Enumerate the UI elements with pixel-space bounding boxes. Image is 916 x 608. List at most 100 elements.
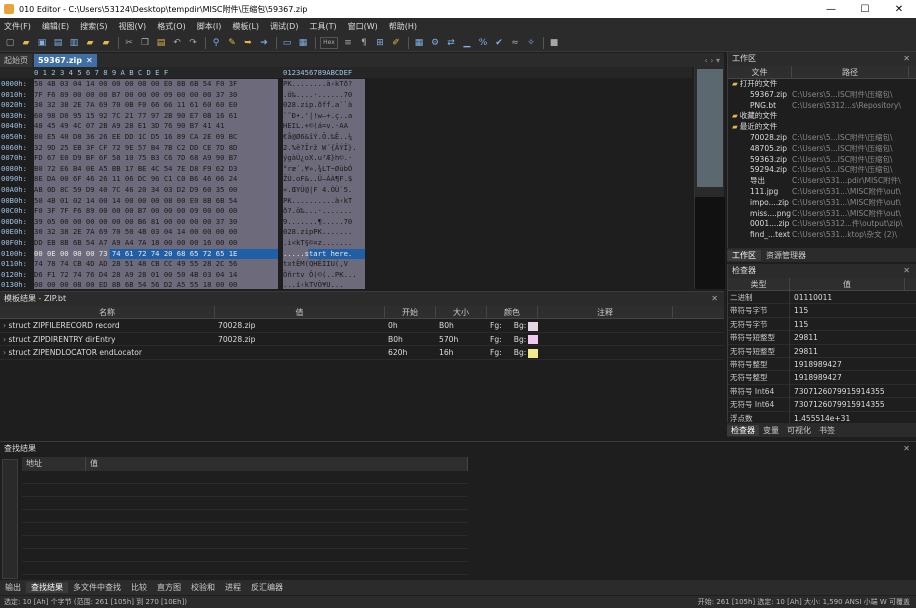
- tab-histogram[interactable]: 直方图: [152, 582, 186, 593]
- inspector-row[interactable]: 带符号字节 115: [728, 304, 916, 318]
- save-as-icon[interactable]: ▤: [52, 37, 64, 49]
- hex-ascii[interactable]: €å@Ø6&îÝ.Õ.‰Ê..¼: [283, 132, 365, 143]
- inspector-row[interactable]: 无符号整型 1918989427: [728, 371, 916, 385]
- hex-row[interactable]: 0130h: 00 00 00 08 00 ED 8B 6B 54 56 D2 A…: [0, 280, 692, 289]
- hex-bytes[interactable]: D6 F1 72 74 76 D4 28 A9 28 01 00 50 4B 0…: [34, 269, 278, 281]
- hex-bytes[interactable]: 80 E5 40 D8 36 26 EE DD 1C D5 16 89 CA 2…: [34, 132, 278, 143]
- workspace-row[interactable]: 48705.zip C:\Users\5...ISC附件\压缩包\: [728, 144, 916, 155]
- hex-ascii[interactable]: ...í‹kTVÒ¥U...: [283, 280, 365, 289]
- find-icon[interactable]: ⚲: [210, 37, 222, 49]
- workspace-row[interactable]: PNG.bt C:\Users\5312...s\Repository\: [728, 101, 916, 112]
- menu-tools[interactable]: 工具(T): [309, 21, 336, 32]
- col-comment[interactable]: 注释: [538, 306, 673, 318]
- mov-icon[interactable]: ≈: [509, 37, 521, 49]
- inspector-value[interactable]: 7307126079915914355: [790, 398, 885, 410]
- tab-start-page[interactable]: 起始页: [0, 54, 32, 67]
- tab-variables[interactable]: 变量: [759, 425, 783, 436]
- redo-icon[interactable]: ↷: [187, 37, 199, 49]
- new-file-icon[interactable]: ▢: [4, 37, 16, 49]
- hex-mode-icon[interactable]: Hex: [320, 36, 338, 49]
- hex-bytes[interactable]: 00 00 00 08 00 ED 8B 6B 54 56 D2 A5 55 1…: [34, 280, 278, 289]
- hex-ascii[interactable]: PK..........à‹kT: [283, 195, 365, 207]
- hex-row[interactable]: 0030h: 60 98 D0 95 15 92 7C 21 77 97 2B 9…: [0, 110, 692, 122]
- hex-ascii[interactable]: 028.zipPK.......: [283, 227, 365, 238]
- workspace-row[interactable]: miss....png C:\Users\531...\MISC附件\out\: [728, 209, 916, 220]
- workspace-row[interactable]: ▰ 收藏的文件: [728, 111, 916, 122]
- col-value[interactable]: 值: [790, 278, 905, 290]
- menu-format[interactable]: 格式(O): [157, 21, 186, 32]
- hex-ascii[interactable]: ýgàÙ¿oX.u³Æ}h©.·: [283, 153, 365, 164]
- text-mode-icon[interactable]: ≡: [342, 37, 354, 49]
- hex-bytes[interactable]: 32 9D 25 EB 3F CF 72 9E 57 B4 7B C2 DD C…: [34, 142, 278, 154]
- hex-ascii[interactable]: .....start here.: [283, 248, 365, 260]
- hex-bytes[interactable]: 00 0E 00 00 00 73 74 61 72 74 20 68 65 7…: [34, 248, 278, 260]
- hex-ascii[interactable]: .ö‰....·......70: [283, 89, 365, 101]
- inspector-row[interactable]: 无符号 Int64 7307126079915914355: [728, 398, 916, 412]
- hex-bytes[interactable]: 60 98 D0 95 15 92 7C 21 77 97 2B 90 E7 0…: [34, 110, 278, 122]
- tab-visualize[interactable]: 可视化: [783, 425, 815, 436]
- hex-bytes[interactable]: 30 32 38 2E 7A 69 70 50 4B 03 04 14 00 0…: [34, 227, 278, 238]
- find-side-toolbar[interactable]: [2, 459, 18, 579]
- inspector-value[interactable]: 29811: [790, 331, 818, 343]
- hex-row[interactable]: 00E0h: 30 32 38 2E 7A 69 70 50 4B 03 04 1…: [0, 227, 692, 238]
- undo-icon[interactable]: ↶: [171, 37, 183, 49]
- hex-row[interactable]: 0050h: 80 E5 40 D8 36 26 EE DD 1C D5 16 8…: [0, 132, 692, 143]
- workspace-row[interactable]: 59367.zip C:\Users\5...ISC附件\压缩包\: [728, 90, 916, 101]
- hex-row[interactable]: 0060h: 32 9D 25 EB 3F CF 72 9E 57 B4 7B C…: [0, 142, 692, 154]
- hex-ascii[interactable]: «.ŒYÙ@|F 4.ÒÙ`5.: [283, 185, 365, 196]
- col-path[interactable]: 路径: [792, 66, 909, 78]
- inspector-value[interactable]: 01110011: [790, 291, 832, 303]
- workspace-row[interactable]: ▰ 打开的文件: [728, 79, 916, 90]
- inspector-row[interactable]: 无符号字节 115: [728, 317, 916, 332]
- tab-59367-zip[interactable]: 59367.zip ✕: [34, 54, 97, 67]
- tab-bookmarks[interactable]: 书签: [815, 425, 839, 436]
- hex-ascii[interactable]: ð?.ö‰...·.......: [283, 206, 365, 217]
- inspector-row[interactable]: 带符号整型 1918989427: [728, 357, 916, 372]
- hex-ascii[interactable]: 9.......¶.....70: [283, 216, 365, 228]
- calculator-icon[interactable]: ▦: [413, 37, 425, 49]
- hex-row[interactable]: 00A0h: AB 0D 8C 59 D9 40 7C 46 20 34 03 D…: [0, 185, 692, 196]
- hex-bytes[interactable]: F0 3F 7F F6 89 00 00 00 B7 00 00 00 09 0…: [34, 206, 278, 217]
- save-all-icon[interactable]: ▥: [68, 37, 80, 49]
- hex-ascii[interactable]: PK........à‹kTð?: [283, 79, 365, 90]
- hex-editor[interactable]: 0 1 2 3 4 5 6 7 8 9 A B C D E F 01234567…: [0, 67, 692, 289]
- close-icon[interactable]: ✕: [903, 52, 910, 66]
- workspace-row[interactable]: 59294.zip C:\Users\5...ISC附件\压缩包\: [728, 165, 916, 176]
- color-swatch[interactable]: [528, 335, 538, 344]
- close-icon[interactable]: ✕: [711, 292, 718, 306]
- close-button[interactable]: ✕: [882, 4, 916, 15]
- hex-ascii[interactable]: °ræ´.¥».¾LT~ØùbÓ: [283, 163, 365, 175]
- minimize-button[interactable]: —: [814, 4, 848, 15]
- color-swatch[interactable]: [528, 321, 538, 331]
- close-icon[interactable]: ✕: [903, 442, 910, 456]
- copy-icon[interactable]: ❐: [139, 37, 151, 49]
- inspector-row[interactable]: 带符号 Int64 7307126079915914355: [728, 384, 916, 399]
- tab-find-in-files[interactable]: 多文件中查找: [68, 582, 126, 593]
- col-address[interactable]: 地址: [22, 457, 86, 471]
- hex-bytes[interactable]: 48 45 49 4C 07 2B A9 28 E1 3D 76 90 B7 4…: [34, 121, 278, 132]
- inspector-value[interactable]: 115: [790, 318, 808, 330]
- workspace-row[interactable]: ▰ 最近的文件: [728, 122, 916, 133]
- replace-icon[interactable]: ✎: [226, 37, 238, 49]
- tab-workspace[interactable]: 工作区: [727, 249, 761, 261]
- stop-icon[interactable]: ■: [548, 37, 560, 49]
- tab-disassembler[interactable]: 反汇编器: [246, 582, 288, 593]
- menu-search[interactable]: 搜索(S): [80, 21, 107, 32]
- hex-bytes[interactable]: 39 05 00 00 00 00 00 00 B6 81 00 00 00 0…: [34, 216, 278, 228]
- menu-window[interactable]: 窗口(W): [348, 21, 378, 32]
- hex-bytes[interactable]: FD 67 E0 D9 BF 6F 58 10 75 B3 C6 7D 68 A…: [34, 153, 278, 164]
- percent-icon[interactable]: %: [477, 37, 489, 49]
- col-name[interactable]: 名称: [0, 306, 215, 318]
- compare-icon[interactable]: ⇄: [445, 37, 457, 49]
- col-start[interactable]: 开始: [385, 306, 436, 318]
- open-folder-icon[interactable]: ▰: [20, 37, 32, 49]
- tab-find-results[interactable]: 查找结果: [26, 582, 68, 593]
- folder-open-icon[interactable]: ▰: [100, 37, 112, 49]
- hex-row[interactable]: 00C0h: F0 3F 7F F6 89 00 00 00 B7 00 00 0…: [0, 206, 692, 217]
- inspector-row[interactable]: 二进制 01110011: [728, 291, 916, 305]
- col-value[interactable]: 值: [86, 457, 468, 471]
- hex-row[interactable]: 0090h: 8E DA 00 6F 46 26 11 06 DC 96 C1 C…: [0, 174, 692, 185]
- hex-bytes[interactable]: B0 72 E6 B4 0E A5 BB 17 BE 4C 54 7E D8 F…: [34, 163, 278, 175]
- hex-row[interactable]: 0110h: 74 78 74 CB 4D AD 28 51 48 CB CC 4…: [0, 259, 692, 270]
- color-swatch[interactable]: [528, 348, 538, 358]
